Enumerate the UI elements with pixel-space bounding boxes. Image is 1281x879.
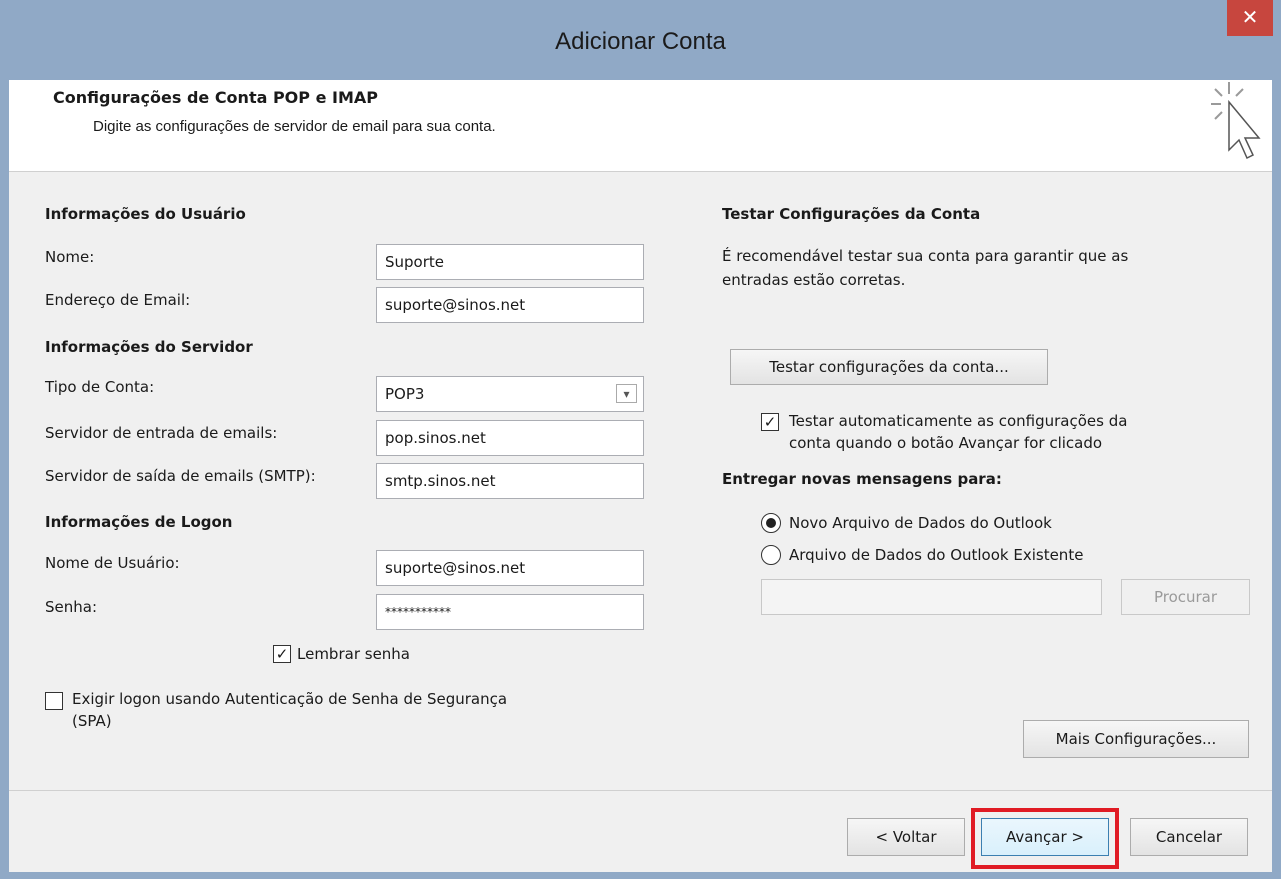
- incoming-server-field[interactable]: pop.sinos.net: [376, 420, 644, 456]
- account-type-value: POP3: [385, 385, 425, 403]
- test-description-line1: É recomendável testar sua conta para gar…: [722, 247, 1129, 265]
- chevron-down-icon[interactable]: ▾: [616, 384, 637, 403]
- remember-password-checkbox[interactable]: ✓: [273, 645, 291, 663]
- existing-data-file-radio[interactable]: [761, 545, 781, 565]
- logon-info-heading: Informações de Logon: [45, 513, 233, 531]
- user-info-heading: Informações do Usuário: [45, 205, 246, 223]
- email-label: Endereço de Email:: [45, 291, 191, 309]
- cancel-button[interactable]: Cancelar: [1130, 818, 1248, 856]
- test-settings-heading: Testar Configurações da Conta: [722, 205, 981, 223]
- dialog-header: Configurações de Conta POP e IMAP Digite…: [9, 80, 1272, 172]
- email-field[interactable]: suporte@sinos.net: [376, 287, 644, 323]
- account-type-select[interactable]: POP3 ▾: [376, 376, 644, 412]
- header-subtitle: Digite as configurações de servidor de e…: [93, 118, 496, 135]
- browse-button[interactable]: Procurar: [1121, 579, 1250, 615]
- outgoing-server-field[interactable]: smtp.sinos.net: [376, 463, 644, 499]
- password-label: Senha:: [45, 598, 98, 616]
- back-button[interactable]: < Voltar: [847, 818, 965, 856]
- spa-label-line1: Exigir logon usando Autenticação de Senh…: [72, 690, 508, 708]
- data-file-path-field[interactable]: [761, 579, 1102, 615]
- outgoing-server-label: Servidor de saída de emails (SMTP):: [45, 467, 316, 485]
- test-description-line2: entradas estão corretas.: [722, 271, 906, 289]
- new-data-file-label: Novo Arquivo de Dados do Outlook: [789, 514, 1052, 532]
- auto-test-label-line1: Testar automaticamente as configurações …: [789, 412, 1128, 430]
- spa-label-line2: (SPA): [72, 712, 112, 730]
- test-account-settings-button[interactable]: Testar configurações da conta...: [730, 349, 1048, 385]
- next-button-highlight: [971, 808, 1119, 869]
- remember-password-label: Lembrar senha: [297, 645, 410, 663]
- radio-selected-dot: [766, 518, 776, 528]
- auto-test-checkbox[interactable]: ✓: [761, 413, 779, 431]
- existing-data-file-label: Arquivo de Dados do Outlook Existente: [789, 546, 1084, 564]
- name-field[interactable]: Suporte: [376, 244, 644, 280]
- new-data-file-radio[interactable]: [761, 513, 781, 533]
- username-label: Nome de Usuário:: [45, 554, 180, 572]
- auto-test-label-line2: conta quando o botão Avançar for clicado: [789, 434, 1103, 452]
- username-field[interactable]: suporte@sinos.net: [376, 550, 644, 586]
- more-settings-button[interactable]: Mais Configurações...: [1023, 720, 1249, 758]
- title-bar: Adicionar Conta ✕: [0, 0, 1281, 82]
- server-info-heading: Informações do Servidor: [45, 338, 253, 356]
- deliver-messages-heading: Entregar novas mensagens para:: [722, 470, 1002, 488]
- header-title: Configurações de Conta POP e IMAP: [53, 88, 378, 107]
- cursor-click-icon: [1211, 82, 1261, 160]
- account-type-label: Tipo de Conta:: [45, 378, 155, 396]
- password-field[interactable]: ***********: [376, 594, 644, 630]
- spa-checkbox[interactable]: [45, 692, 63, 710]
- name-label: Nome:: [45, 248, 95, 266]
- footer-divider: [9, 790, 1272, 791]
- close-button[interactable]: ✕: [1227, 0, 1273, 36]
- window-title: Adicionar Conta: [555, 28, 726, 55]
- incoming-server-label: Servidor de entrada de emails:: [45, 424, 278, 442]
